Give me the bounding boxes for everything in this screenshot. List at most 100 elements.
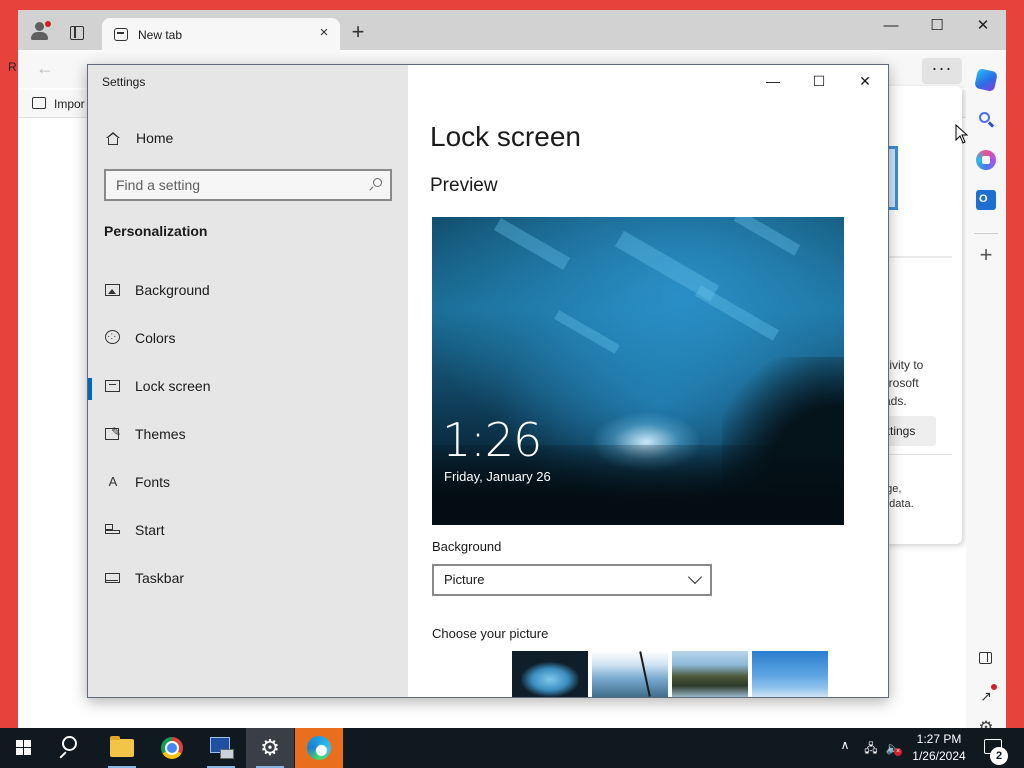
nav-item-label: Start bbox=[135, 522, 165, 538]
preview-heading: Preview bbox=[430, 175, 498, 196]
lock-screen-preview: 1:26 Friday, January 26 bbox=[432, 217, 844, 525]
search-input[interactable] bbox=[116, 176, 356, 194]
nav-home-label: Home bbox=[136, 130, 174, 146]
nav-item-colors[interactable]: Colors bbox=[88, 321, 408, 355]
import-favorites-icon bbox=[32, 97, 46, 109]
nav-item-label: Background bbox=[135, 282, 210, 298]
search-icon bbox=[368, 178, 382, 192]
browser-minimize-button[interactable]: — bbox=[868, 10, 914, 42]
external-link-icon[interactable]: ↗ bbox=[976, 684, 997, 708]
palette-icon bbox=[105, 329, 120, 345]
taskbar-search-button[interactable] bbox=[48, 728, 96, 768]
background-label: Background bbox=[432, 539, 502, 554]
file-explorer-icon bbox=[110, 736, 134, 757]
tab-title: New tab bbox=[138, 28, 183, 42]
new-tab-page-icon bbox=[114, 28, 128, 41]
network-app-button[interactable] bbox=[197, 728, 245, 768]
desktop-edge-text: R bbox=[8, 60, 17, 74]
profile-icon[interactable] bbox=[30, 21, 51, 41]
start-icon bbox=[105, 524, 120, 536]
tab-new-tab[interactable]: New tab × bbox=[102, 18, 340, 52]
settings-icon: ⚙ bbox=[260, 735, 280, 760]
picture-thumbnails bbox=[512, 651, 828, 697]
chrome-button[interactable] bbox=[148, 728, 196, 768]
background-dropdown[interactable]: Picture bbox=[432, 564, 712, 596]
nav-item-themes[interactable]: Themes bbox=[88, 417, 408, 451]
mountain-lake-thumbnail[interactable] bbox=[672, 651, 748, 697]
settings-window-controls: — ☐ ✕ bbox=[750, 65, 888, 97]
file-explorer-button[interactable] bbox=[98, 728, 146, 768]
nav-item-start[interactable]: Start bbox=[88, 513, 408, 547]
picture-icon bbox=[105, 284, 120, 296]
windows-logo-icon bbox=[16, 740, 32, 756]
nav-item-background[interactable]: Background bbox=[88, 273, 408, 307]
selection-indicator bbox=[88, 378, 92, 400]
more-options-button[interactable]: ··· bbox=[922, 58, 962, 84]
edge-icon bbox=[307, 736, 331, 760]
clock-time: 1:27 PM bbox=[916, 732, 962, 746]
browser-maximize-button[interactable]: ☐ bbox=[914, 10, 960, 42]
nav-item-label: Themes bbox=[135, 426, 186, 442]
panel-divider bbox=[880, 454, 952, 455]
panel-divider bbox=[880, 256, 952, 258]
close-button[interactable]: ✕ bbox=[842, 65, 888, 97]
clock-date: 1/26/2024 bbox=[912, 749, 966, 763]
settings-taskbar-button[interactable]: ⚙ bbox=[246, 728, 294, 768]
chevron-down-icon bbox=[687, 569, 703, 585]
section-heading: Personalization bbox=[104, 223, 208, 239]
tab-actions-icon[interactable] bbox=[70, 26, 84, 40]
tab-close-button[interactable]: × bbox=[316, 25, 332, 41]
browser-window-controls: — ☐ ✕ bbox=[868, 10, 1006, 42]
browser-sidebar: + ↗ ⚙ bbox=[966, 52, 1006, 737]
add-icon[interactable]: + bbox=[976, 244, 996, 266]
network-icon[interactable]: 🖧 bbox=[862, 740, 880, 756]
copilot-icon[interactable] bbox=[974, 68, 998, 92]
nav-item-fonts[interactable]: A Fonts bbox=[88, 465, 408, 499]
chrome-icon bbox=[161, 737, 183, 759]
page-title: Lock screen bbox=[430, 121, 581, 152]
show-hidden-icons-button[interactable]: ∧ bbox=[838, 738, 852, 752]
outlook-icon[interactable] bbox=[976, 190, 996, 210]
start-button[interactable] bbox=[0, 728, 48, 768]
search-icon[interactable] bbox=[976, 110, 996, 130]
find-setting-search[interactable] bbox=[104, 169, 392, 201]
taskbar: ⚙ ∧ 🖧 🔈 × 1:27 PM 1/26/2024 2 bbox=[0, 728, 1024, 768]
settings-nav-pane: Settings Home Personalization Background… bbox=[88, 65, 408, 697]
settings-content: — ☐ ✕ Lock screen Preview 1:26 Friday, J… bbox=[408, 65, 888, 697]
fonts-icon: A bbox=[108, 474, 118, 489]
blue-sky-thumbnail[interactable] bbox=[752, 651, 828, 697]
mouse-pointer-icon bbox=[955, 124, 969, 144]
split-screen-icon[interactable] bbox=[979, 652, 992, 664]
background-dropdown-value: Picture bbox=[444, 572, 485, 587]
app-title: Settings bbox=[102, 75, 146, 89]
nav-home[interactable]: Home bbox=[88, 125, 408, 153]
taskbar-clock[interactable]: 1:27 PM 1/26/2024 bbox=[905, 731, 973, 765]
minimize-button[interactable]: — bbox=[750, 65, 796, 97]
nav-item-taskbar[interactable]: Taskbar bbox=[88, 561, 408, 595]
back-button[interactable]: ← bbox=[36, 58, 54, 79]
edge-taskbar-button[interactable] bbox=[295, 728, 343, 768]
sky-thumbnail[interactable] bbox=[592, 651, 668, 697]
browser-close-button[interactable]: ✕ bbox=[960, 10, 1006, 42]
preview-time: 1:26 bbox=[442, 413, 542, 467]
ice-cave-thumbnail[interactable] bbox=[512, 651, 588, 697]
themes-icon bbox=[105, 424, 121, 440]
notification-count-badge: 2 bbox=[990, 747, 1008, 765]
choose-picture-label: Choose your picture bbox=[432, 626, 549, 641]
settings-window: Settings Home Personalization Background… bbox=[87, 64, 889, 698]
lock-screen-icon bbox=[105, 380, 120, 392]
home-icon bbox=[106, 132, 120, 145]
nav-item-label: Fonts bbox=[135, 474, 171, 490]
maximize-button[interactable]: ☐ bbox=[796, 65, 842, 97]
nav-item-label: Colors bbox=[135, 330, 176, 346]
import-favorites-link[interactable]: Impor bbox=[54, 97, 85, 111]
new-tab-button[interactable]: + bbox=[348, 21, 368, 43]
nav-item-label: Taskbar bbox=[135, 570, 185, 586]
volume-muted-badge: × bbox=[894, 748, 902, 756]
tab-strip: New tab × + — ☐ ✕ bbox=[18, 10, 1006, 52]
nav-item-label: Lock screen bbox=[135, 378, 211, 394]
browser-side-panel: ctivity to icrosoft ads. ettings age, g … bbox=[878, 86, 962, 544]
nav-item-lock-screen[interactable]: Lock screen bbox=[88, 369, 408, 403]
preview-date: Friday, January 26 bbox=[444, 469, 551, 484]
microsoft-365-icon[interactable] bbox=[976, 150, 996, 170]
